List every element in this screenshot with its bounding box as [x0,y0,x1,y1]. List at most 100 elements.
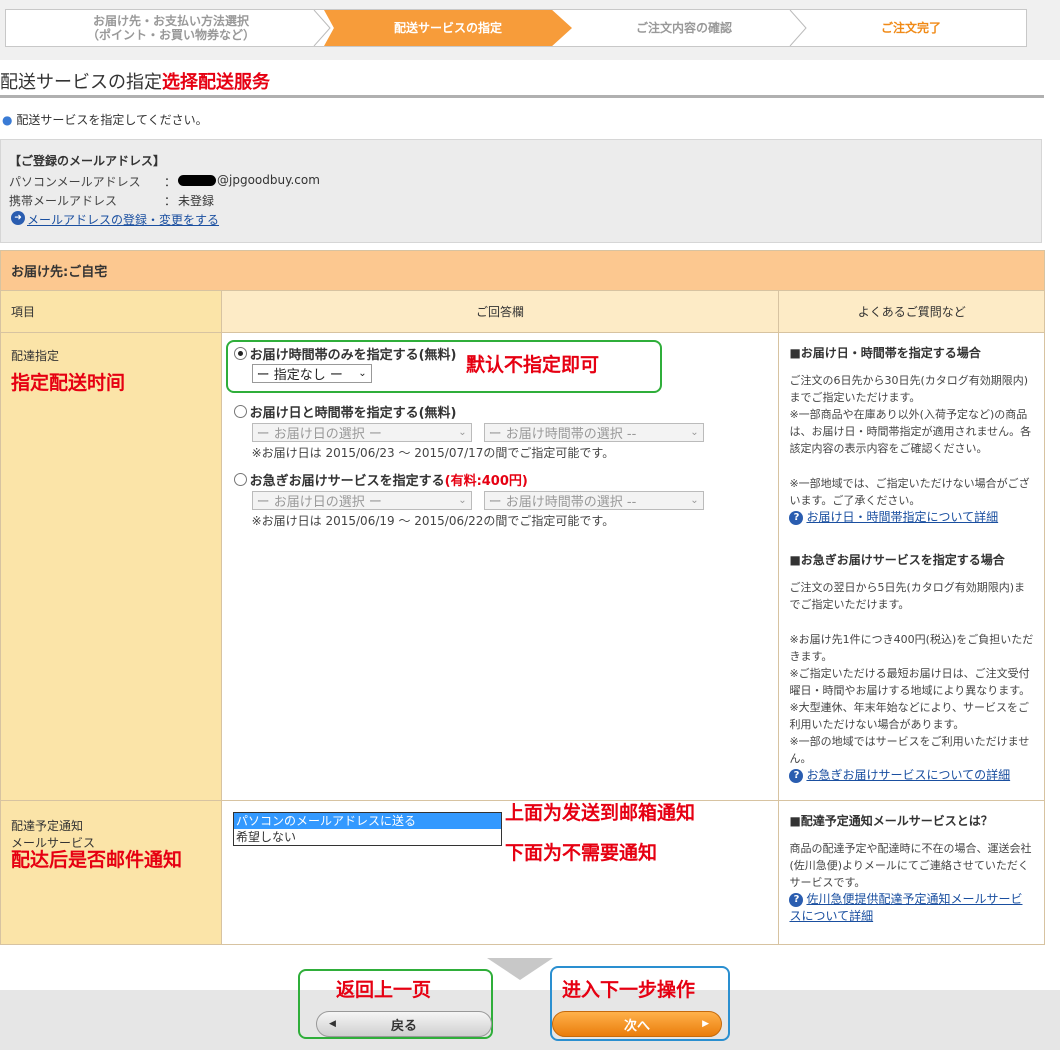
pc-email-value: @jpgoodbuy.com [178,173,320,192]
radio-unselected-icon[interactable] [233,404,247,418]
notify-bottom-annotation: 下面为不需要通知 [505,842,658,864]
faq-1-link[interactable]: お届け日・時間帯指定について詳細 [806,510,998,524]
next-button[interactable]: 次へ ▶ [552,1011,722,1037]
arrow-circle-icon: ➜ [11,211,25,225]
colon: ： [164,194,177,208]
question-icon: ? [789,510,804,525]
down-arrow-icon [487,958,553,980]
date-range-note: ※お届け日は 2015/06/23 〜 2015/07/17の間でご指定可能です… [251,446,615,460]
date-select-value: ー お届け日の選択 ー [256,427,382,442]
faq-2-link[interactable]: お急ぎお届けサービスについての詳細 [806,768,1010,782]
page-title-bar: 配送サービスの指定选择配送服务 [0,68,1044,98]
option-1-annotation: 默认不指定即可 [466,354,600,376]
express-date-select-value: ー お届け日の選択 ー [256,495,382,510]
faq-2-p1: ご注文の翌日から5日先(カタログ有効期限内)までご指定いただけます。 [789,581,1026,611]
chevron-down-icon: ⌄ [458,495,467,506]
footer-bar [0,990,1060,1050]
question-icon: ? [789,892,804,907]
back-button[interactable]: ◀ 戻る [316,1011,492,1037]
notify-option-none[interactable]: 希望しない [234,829,501,845]
faq-2-p4: ※大型連休、年末年始などにより、サービスをご利用いただけない場合があります。 [789,701,1030,731]
step-4-label: ご注文完了 [880,21,941,35]
notify-label: 配達予定通知 [11,819,84,833]
mobile-email-value: 未登録 [178,194,215,208]
option-2-block: お届け日と時間帯を指定する(無料) ー お届け日の選択 ー ⌄ ー お届け時間帯の… [233,401,767,469]
delivery-label-cell: 配達指定 指定配送时间 [0,332,222,801]
destination-header: お届け先:ご自宅 [0,250,1045,291]
express-fee: (有料:400円) [444,473,528,489]
back-annotation: 返回上一页 [336,979,432,1001]
notify-label-cell: 配達予定通知 メールサービス 配达后是否邮件通知 [0,800,222,945]
col-item: 項目 [0,290,222,333]
faq-1-p3: ※一部地域では、ご指定いただけない場合がございます。ご了承ください。 [789,477,1030,507]
registered-email-box: 【ご登録のメールアドレス】 パソコンメールアドレス ： @jpgoodbuy.c… [0,139,1042,243]
mobile-email-row: 携帯メールアドレス ： 未登録 [9,192,1033,211]
express-time-select-value: ー お届け時間帯の選択 -- [488,495,637,510]
faq-1-link-row: ? お届け日・時間帯指定について詳細 [789,509,1034,526]
change-email-row: ➜ メールアドレスの登録・変更をする [9,211,1033,230]
notify-option-send[interactable]: パソコンのメールアドレスに送る [234,813,501,829]
arrow-right-icon: ▶ [702,1019,709,1029]
express-date-select[interactable]: ー お届け日の選択 ー ⌄ [251,491,472,510]
notify-listbox[interactable]: パソコンのメールアドレスに送る 希望しない [233,812,502,846]
faq-delivery-cell: ■お届け日・時間帯を指定する場合 ご注文の6日先から30日先(カタログ有効期限内… [778,332,1045,801]
notify-top-annotation: 上面为发送到邮箱通知 [505,802,696,824]
step-3-label: ご注文内容の確認 [635,21,732,35]
change-email-link[interactable]: メールアドレスの登録・変更をする [27,211,219,230]
bullet-dot-icon: ● [2,113,13,127]
intro-text: ● 配送サービスを指定してください。 [2,111,208,128]
question-icon: ? [789,768,804,783]
chevron-down-icon: ⌄ [690,427,699,438]
step-1-sublabel: （ポイント・お買い物券など） [86,28,255,42]
faq-2-p3: ※ご指定いただける最短お届け日は、ご注文受付曜日・時間やお届けする地域により異な… [789,667,1031,697]
faq-2-p5: ※一部の地域ではサービスをご利用いただけません。 [789,735,1030,765]
pc-email-domain: @jpgoodbuy.com [217,173,320,187]
col-answer: ご回答欄 [220,290,780,333]
intro-label: 配送サービスを指定してください。 [16,113,208,127]
faq-3-link-row: ? 佐川急便提供配達予定通知メールサービスについて詳細 [789,891,1034,925]
delivery-annotation: 指定配送时间 [11,372,126,394]
faq-2-heading: ■お急ぎお届けサービスを指定する場合 [789,553,1005,567]
redaction-mark [178,175,216,186]
faq-1-p1: ご注文の6日先から30日先(カタログ有効期限内)までご指定いただけます。 [789,374,1029,404]
time-select-value: ー お届け時間帯の選択 -- [488,427,637,442]
faq-2-link-row: ? お急ぎお届けサービスについての詳細 [789,767,1034,784]
faq-3-link[interactable]: 佐川急便提供配達予定通知メールサービスについて詳細 [789,892,1022,923]
chevron-down-icon: ⌄ [690,495,699,506]
next-button-label: 次へ [623,1018,650,1034]
faq-1-p2: ※一部商品や在庫あり以外(入荷予定など)の商品は、お届け日・時間帯指定が適用され… [789,408,1032,455]
page-title: 配送サービスの指定 [0,72,162,93]
faq-notify-cell: ■配達予定通知メールサービスとは？ 商品の配達予定や配達時に不在の場合、運送会社… [778,800,1045,945]
radio-express-label: お急ぎお届けサービスを指定する [249,473,445,489]
express-select-row: ー お届け日の選択 ー ⌄ ー お届け時間帯の選択 -- ⌄ [251,491,767,510]
col-faq: よくあるご質問など [778,290,1045,333]
faq-3-p1: 商品の配達予定や配達時に不在の場合、運送会社(佐川急便)よりメールにてご連絡させ… [789,842,1032,889]
radio-date-time[interactable]: お届け日と時間帯を指定する(無料) [233,401,767,421]
step-1-label: お届け先・お支払い方法選択 [92,14,249,28]
express-range-note: ※お届け日は 2015/06/19 〜 2015/06/22の間でご指定可能です… [251,514,615,528]
radio-unselected-icon[interactable] [233,472,247,486]
radio-express[interactable]: お急ぎお届けサービスを指定する (有料:400円) [233,469,767,489]
date-time-select-row: ー お届け日の選択 ー ⌄ ー お届け時間帯の選択 -- ⌄ [251,423,767,442]
faq-2-p2: ※お届け先1件につき400円(税込)をご負担いただきます。 [789,633,1034,663]
delivery-answer-cell: お届け時間帯のみを指定する(無料) ー 指定なし ー ⌄ お届け日と時間帯を指定す… [220,332,780,801]
pc-email-label: パソコンメールアドレス [9,175,141,189]
arrow-left-icon: ◀ [329,1019,336,1029]
email-heading: 【ご登録のメールアドレス】 [9,154,166,168]
step-delivery-service: 配送サービスの指定 [324,10,572,46]
option-3-block: お急ぎお届けサービスを指定する (有料:400円) ー お届け日の選択 ー ⌄ ー … [233,469,767,529]
steps-container: お届け先・お支払い方法選択 （ポイント・お買い物券など） 配送サービスの指定 ご注… [5,9,1027,47]
date-select[interactable]: ー お届け日の選択 ー ⌄ [251,423,472,442]
radio-date-time-label: お届け日と時間帯を指定する(無料) [249,405,457,421]
express-time-select[interactable]: ー お届け時間帯の選択 -- ⌄ [483,491,704,510]
chevron-down-icon: ⌄ [458,427,467,438]
faq-3-heading: ■配達予定通知メールサービスとは？ [789,814,993,828]
colon: ： [164,175,177,189]
checkout-steps: お届け先・お支払い方法選択 （ポイント・お買い物券など） 配送サービスの指定 ご注… [0,0,1060,60]
title-annotation: 选择配送服务 [162,72,270,93]
step-confirm: ご注文内容の確認 [576,10,792,46]
pc-email-row: パソコンメールアドレス ： @jpgoodbuy.com [9,173,1033,192]
delivery-label: 配達指定 [11,349,60,363]
time-select[interactable]: ー お届け時間帯の選択 -- ⌄ [483,423,704,442]
faq-1-heading: ■お届け日・時間帯を指定する場合 [789,346,981,360]
